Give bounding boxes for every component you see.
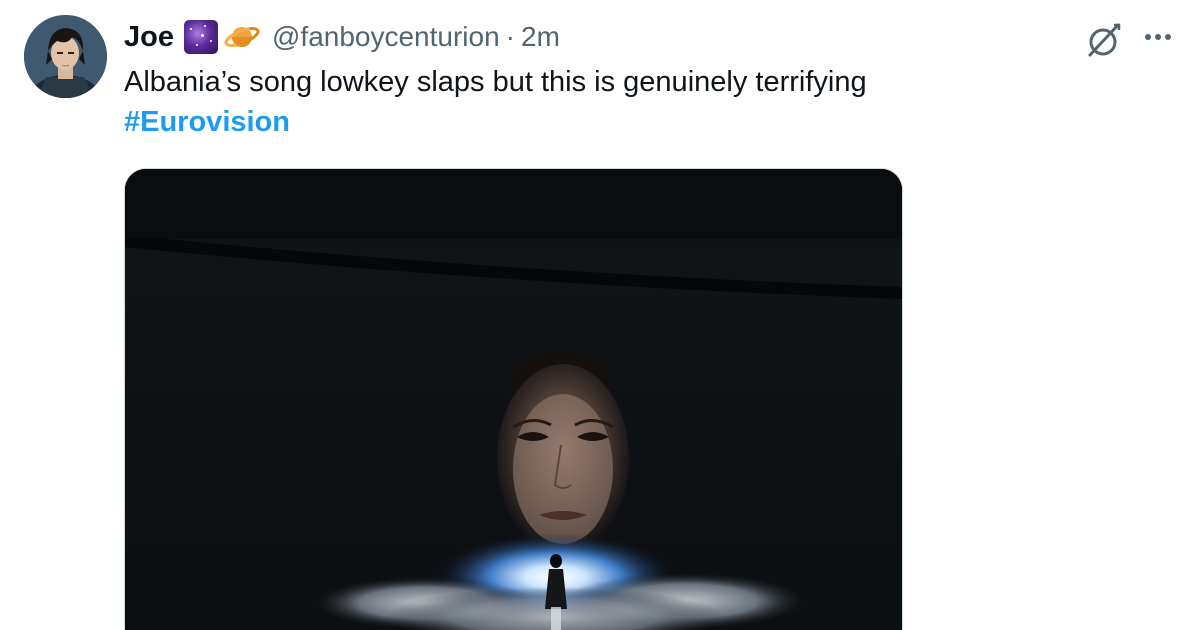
tweet: Joe @fanboycenturion · 2m Albania’s song… <box>0 0 1200 630</box>
media-image <box>125 169 902 630</box>
timestamp[interactable]: 2m <box>521 21 560 53</box>
ringed-planet-emoji <box>224 27 260 47</box>
separator-dot: · <box>505 21 515 52</box>
avatar[interactable] <box>24 15 107 98</box>
handle[interactable]: @fanboycenturion <box>272 21 500 53</box>
tweet-header: Joe @fanboycenturion · 2m <box>124 16 560 58</box>
tweet-text: Albania’s song lowkey slaps but this is … <box>124 66 867 98</box>
avatar-image <box>24 15 107 98</box>
more-options-icon[interactable] <box>1140 20 1176 56</box>
tweet-body: Albania’s song lowkey slaps but this is … <box>124 62 1164 142</box>
hashtag-link[interactable]: #Eurovision <box>124 102 290 142</box>
display-name[interactable]: Joe <box>124 21 174 54</box>
tweet-media[interactable] <box>124 168 903 630</box>
grok-icon[interactable] <box>1084 20 1124 60</box>
milky-way-emoji <box>183 20 218 54</box>
